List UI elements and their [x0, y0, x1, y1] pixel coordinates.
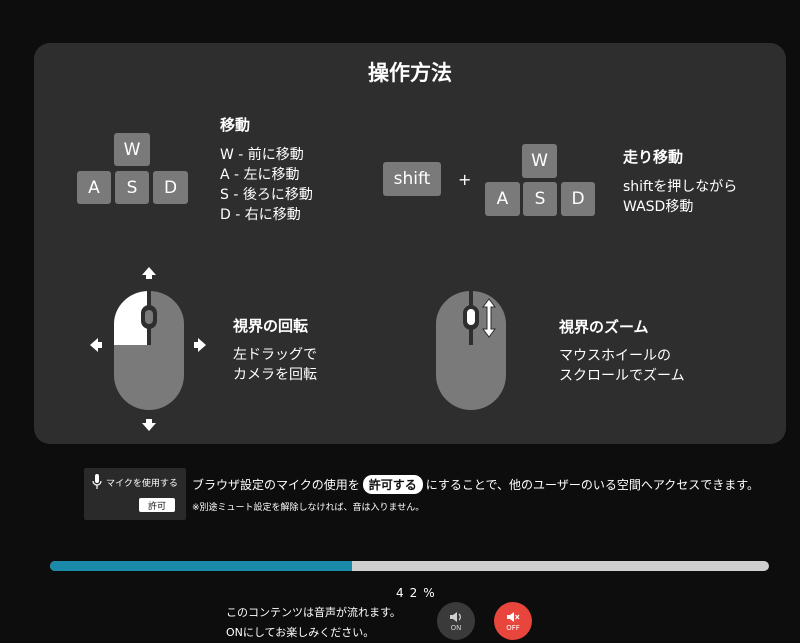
audio-line-1: このコンテンツは音声が流れます。 — [226, 606, 401, 619]
run-description: shiftを押しながら WASD移動 — [623, 177, 737, 217]
move-line-a: A - 左に移動 — [220, 167, 300, 183]
microphone-icon — [92, 474, 102, 489]
mic-permission-box: マイクを使用する 許可 — [84, 468, 186, 520]
key-shift: shift — [383, 162, 441, 196]
run-line-1: shiftを押しながら — [623, 179, 738, 195]
loading-progress-bar — [50, 561, 769, 571]
key-a: A — [77, 171, 111, 204]
progress-percent: 42% — [396, 586, 441, 600]
rotate-line-2: カメラを回転 — [233, 367, 317, 383]
run-title: 走り移動 — [623, 148, 684, 166]
key-s: S — [115, 171, 149, 204]
key-w: W — [114, 133, 150, 166]
rotate-title: 視界の回転 — [233, 317, 309, 335]
sound-on-label: ON — [450, 623, 462, 632]
mic-notice: ブラウザ設定のマイクの使用を 許可する にすることで、他のユーザーのいる空間へアクセ… — [192, 475, 759, 494]
run-key-a: A — [485, 182, 520, 216]
notice-before: ブラウザ設定のマイクの使用を — [192, 478, 360, 492]
zoom-line-1: マウスホイールの — [559, 348, 671, 364]
key-d: D — [153, 171, 188, 204]
speaker-on-icon — [450, 611, 461, 622]
run-line-2: WASD移動 — [623, 199, 694, 215]
audio-notice: このコンテンツは音声が流れます。 ONにしてお楽しみください。 — [226, 603, 401, 643]
mic-sub-note: ※別途ミュート設定を解除しなければ、音は入りません。 — [192, 503, 425, 513]
speaker-off-icon — [507, 611, 520, 622]
run-key-w: W — [522, 144, 557, 178]
move-title: 移動 — [220, 116, 251, 134]
notice-after: にすることで、他のユーザーのいる空間へアクセスできます。 — [425, 478, 760, 492]
zoom-description: マウスホイールの スクロールでズーム — [559, 346, 685, 386]
run-key-s: S — [523, 182, 557, 216]
move-line-s: S - 後ろに移動 — [220, 187, 313, 203]
page-title: 操作方法 — [368, 61, 452, 85]
progress-fill — [50, 561, 352, 571]
move-line-w: W - 前に移動 — [220, 147, 304, 163]
instructions-panel: 操作方法 W A S D 移動 W - 前に移動 A - 左に移動 S - 後ろ… — [34, 43, 786, 444]
plus-sign: + — [458, 170, 472, 189]
move-line-d: D - 右に移動 — [220, 207, 301, 223]
mic-allow-button[interactable]: 許可 — [139, 498, 175, 512]
zoom-line-2: スクロールでズーム — [559, 368, 685, 384]
zoom-title: 視界のズーム — [559, 318, 649, 336]
notice-allow-pill: 許可する — [362, 475, 423, 494]
sound-off-label: OFF — [506, 623, 520, 632]
rotate-description: 左ドラッグで カメラを回転 — [233, 345, 317, 385]
mic-label: マイクを使用する — [106, 479, 178, 489]
rotate-line-1: 左ドラッグで — [233, 347, 317, 363]
mouse-rotate-icon — [90, 267, 206, 431]
run-key-d: D — [561, 182, 595, 216]
move-description: W - 前に移動 A - 左に移動 S - 後ろに移動 D - 右に移動 — [220, 145, 313, 225]
sound-off-button[interactable]: OFF — [494, 602, 532, 640]
mouse-zoom-icon — [436, 291, 506, 410]
sound-on-button[interactable]: ON — [437, 602, 475, 640]
audio-line-2: ONにしてお楽しみください。 — [226, 626, 375, 639]
